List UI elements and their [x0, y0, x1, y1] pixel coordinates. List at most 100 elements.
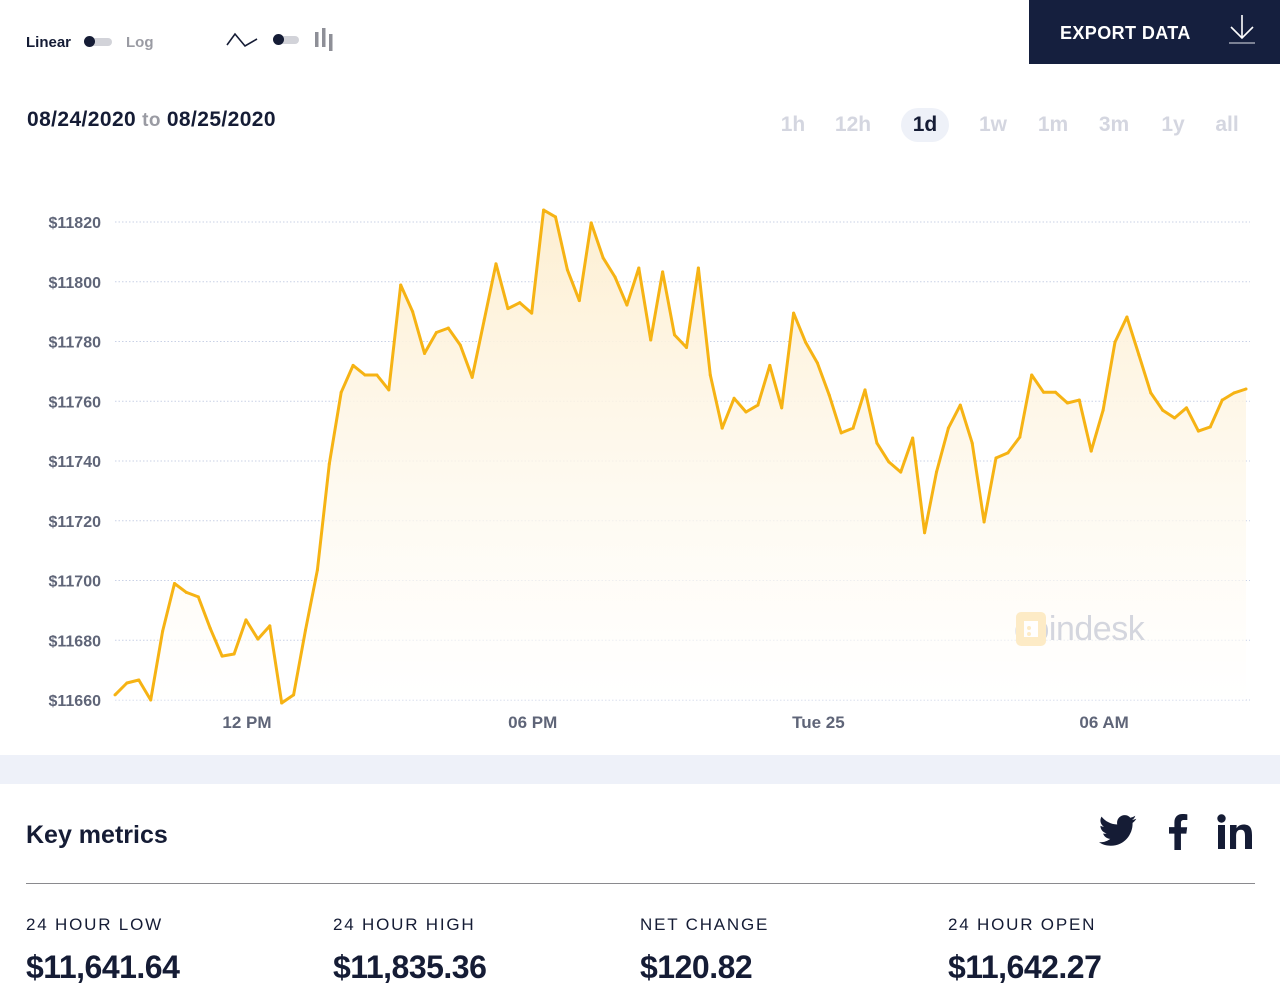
price-point[interactable]: [375, 373, 379, 377]
price-point[interactable]: [208, 626, 212, 630]
price-point[interactable]: [982, 520, 986, 524]
price-point[interactable]: [292, 693, 296, 697]
price-point[interactable]: [851, 426, 855, 430]
price-point[interactable]: [268, 624, 272, 628]
linkedin-icon[interactable]: [1217, 814, 1257, 850]
price-point[interactable]: [125, 681, 129, 685]
price-point[interactable]: [434, 331, 438, 335]
price-point[interactable]: [923, 531, 927, 535]
period-all[interactable]: all: [1212, 108, 1242, 142]
price-point[interactable]: [1149, 391, 1153, 395]
price-point[interactable]: [839, 431, 843, 435]
price-point[interactable]: [280, 701, 284, 705]
price-point[interactable]: [244, 618, 248, 622]
price-point[interactable]: [303, 628, 307, 632]
price-point[interactable]: [446, 326, 450, 330]
price-point[interactable]: [827, 393, 831, 397]
price-point[interactable]: [875, 441, 879, 445]
scale-toggle[interactable]: Linear Log: [26, 32, 154, 52]
period-1h[interactable]: 1h: [778, 108, 808, 142]
price-point[interactable]: [173, 581, 177, 585]
price-point[interactable]: [732, 396, 736, 400]
price-point[interactable]: [744, 410, 748, 414]
log-label[interactable]: Log: [126, 34, 154, 51]
price-point[interactable]: [863, 388, 867, 392]
price-chart[interactable]: $11660 $11680 $11700 $11720 $11740 $11760 $117…: [0, 150, 1280, 755]
facebook-icon[interactable]: [1167, 814, 1189, 850]
line-chart-icon[interactable]: [226, 30, 258, 50]
price-point[interactable]: [482, 319, 486, 323]
price-point[interactable]: [530, 311, 534, 315]
price-point[interactable]: [518, 301, 522, 305]
price-point[interactable]: [637, 266, 641, 270]
price-point[interactable]: [1065, 401, 1069, 405]
price-point[interactable]: [696, 266, 700, 270]
price-point[interactable]: [387, 388, 391, 392]
price-point[interactable]: [780, 406, 784, 410]
price-point[interactable]: [887, 460, 891, 464]
price-point[interactable]: [232, 652, 236, 656]
price-point[interactable]: [1042, 390, 1046, 394]
price-point[interactable]: [184, 590, 188, 594]
price-point[interactable]: [1006, 451, 1010, 455]
price-point[interactable]: [601, 256, 605, 260]
price-point[interactable]: [804, 340, 808, 344]
period-3m[interactable]: 3m: [1096, 108, 1132, 142]
price-point[interactable]: [911, 436, 915, 440]
price-point[interactable]: [708, 373, 712, 377]
price-point[interactable]: [196, 595, 200, 599]
price-point[interactable]: [946, 426, 950, 430]
twitter-icon[interactable]: [1099, 815, 1137, 847]
price-point[interactable]: [1173, 416, 1177, 420]
price-point[interactable]: [994, 456, 998, 460]
price-point[interactable]: [1113, 340, 1117, 344]
price-point[interactable]: [411, 310, 415, 314]
price-point[interactable]: [815, 361, 819, 365]
price-point[interactable]: [1125, 315, 1129, 319]
period-1m[interactable]: 1m: [1035, 108, 1071, 142]
period-1d[interactable]: 1d: [901, 108, 949, 142]
chart-type-toggle[interactable]: [226, 28, 335, 52]
price-point[interactable]: [625, 303, 629, 307]
chart-type-switch[interactable]: [273, 34, 299, 45]
price-point[interactable]: [673, 333, 677, 337]
price-point[interactable]: [684, 345, 688, 349]
price-point[interactable]: [494, 262, 498, 266]
price-chart-svg[interactable]: $11660 $11680 $11700 $11720 $11740 $11760 $117…: [0, 150, 1280, 755]
price-point[interactable]: [613, 275, 617, 279]
price-point[interactable]: [589, 221, 593, 225]
price-point[interactable]: [339, 390, 343, 394]
price-point[interactable]: [934, 470, 938, 474]
price-point[interactable]: [1196, 429, 1200, 433]
price-point[interactable]: [1161, 408, 1165, 412]
price-point[interactable]: [577, 299, 581, 303]
price-point[interactable]: [958, 403, 962, 407]
price-point[interactable]: [1137, 353, 1141, 357]
price-point[interactable]: [661, 270, 665, 274]
price-point[interactable]: [161, 629, 165, 633]
export-data-button[interactable]: EXPORT DATA: [1029, 0, 1280, 64]
price-point[interactable]: [256, 637, 260, 641]
price-point[interactable]: [506, 307, 510, 311]
price-point[interactable]: [1077, 398, 1081, 402]
price-point[interactable]: [137, 678, 141, 682]
period-1w[interactable]: 1w: [976, 108, 1010, 142]
price-point[interactable]: [720, 426, 724, 430]
price-point[interactable]: [113, 693, 117, 697]
price-point[interactable]: [1220, 398, 1224, 402]
price-point[interactable]: [792, 311, 796, 315]
price-point[interactable]: [649, 338, 653, 342]
price-point[interactable]: [363, 373, 367, 377]
price-point[interactable]: [553, 215, 557, 219]
scale-switch[interactable]: [84, 36, 113, 47]
price-point[interactable]: [423, 351, 427, 355]
price-point[interactable]: [1101, 408, 1105, 412]
period-12h[interactable]: 12h: [832, 108, 874, 142]
price-point[interactable]: [1054, 390, 1058, 394]
price-point[interactable]: [970, 441, 974, 445]
price-point[interactable]: [470, 375, 474, 379]
price-point[interactable]: [1208, 425, 1212, 429]
period-1y[interactable]: 1y: [1160, 108, 1186, 142]
price-point[interactable]: [399, 283, 403, 287]
price-point[interactable]: [220, 654, 224, 658]
